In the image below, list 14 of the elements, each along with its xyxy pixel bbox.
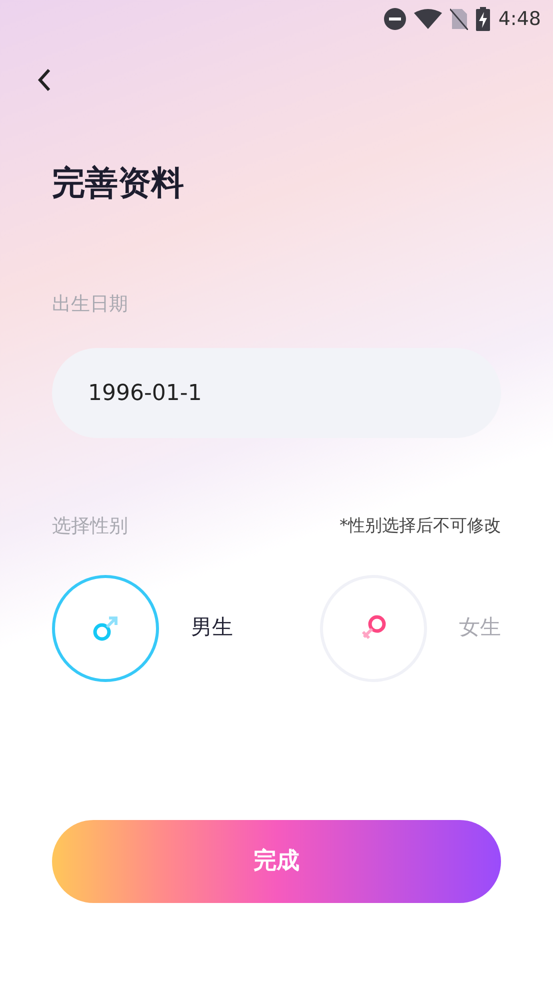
- no-sim-icon: [450, 8, 468, 30]
- female-icon: [360, 614, 388, 642]
- birthdate-field[interactable]: 1996-01-1: [52, 348, 501, 438]
- male-icon: [92, 615, 118, 641]
- gender-label: 女生: [459, 614, 501, 642]
- status-time: 4:48: [498, 6, 541, 32]
- battery-charging-icon: [476, 7, 490, 31]
- page-title: 完善资料: [52, 162, 185, 204]
- do-not-disturb-icon: [384, 8, 406, 30]
- wifi-icon: [414, 9, 442, 29]
- gender-label: 男生: [191, 614, 233, 642]
- note-text: *性别选择后不可修改: [340, 514, 501, 538]
- field-label: 出生日期: [52, 292, 129, 316]
- field-label: 选择性别: [52, 514, 128, 539]
